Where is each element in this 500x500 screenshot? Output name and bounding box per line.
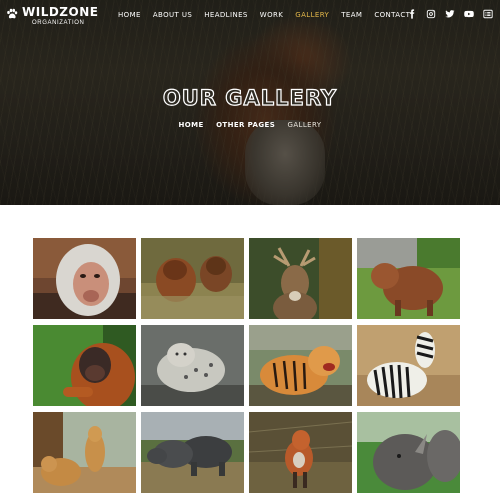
breadcrumb-other-pages[interactable]: OTHER PAGES bbox=[216, 121, 275, 129]
nav-item-about-us[interactable]: ABOUT US bbox=[153, 11, 192, 19]
breadcrumb-home[interactable]: HOME bbox=[179, 121, 204, 129]
breadcrumb: HOME OTHER PAGES GALLERY bbox=[0, 121, 500, 129]
youtube-icon[interactable] bbox=[464, 9, 474, 19]
instagram-icon[interactable] bbox=[426, 9, 436, 19]
nav-item-home[interactable]: HOME bbox=[118, 11, 141, 19]
gallery-image-zebra[interactable] bbox=[357, 325, 460, 406]
gallery-image-highland-calf[interactable] bbox=[357, 238, 460, 319]
gallery-image-baboon[interactable] bbox=[33, 238, 136, 319]
gallery-grid bbox=[33, 238, 462, 495]
page-title: OUR GALLERY bbox=[162, 85, 338, 110]
nav-item-team[interactable]: TEAM bbox=[341, 11, 362, 19]
breadcrumb-current: GALLERY bbox=[287, 121, 322, 129]
gallery-image-lions[interactable] bbox=[33, 412, 136, 493]
gallery-image-snow-leopard[interactable] bbox=[141, 325, 244, 406]
top-navigation: WILDZONE ORGANIZATION HOME ABOUT US HEAD… bbox=[0, 0, 500, 32]
main-menu: HOME ABOUT US HEADLINES WORK GALLERY TEA… bbox=[118, 11, 422, 19]
gallery-image-bears[interactable] bbox=[141, 238, 244, 319]
list-icon[interactable] bbox=[483, 9, 493, 19]
brand-tagline: ORGANIZATION bbox=[32, 20, 85, 26]
site-logo[interactable]: WILDZONE ORGANIZATION bbox=[6, 6, 98, 27]
nav-item-gallery[interactable]: GALLERY bbox=[295, 11, 329, 19]
twitter-icon[interactable] bbox=[445, 9, 455, 19]
gallery-image-fox[interactable] bbox=[249, 412, 352, 493]
gallery-image-stag[interactable] bbox=[249, 238, 352, 319]
gallery-image-orangutan[interactable] bbox=[33, 325, 136, 406]
social-links bbox=[407, 9, 500, 19]
gallery-image-rhinos[interactable] bbox=[141, 412, 244, 493]
gallery-image-rhino-closeup[interactable] bbox=[357, 412, 460, 493]
brand-name: WILDZONE bbox=[22, 5, 99, 19]
facebook-icon[interactable] bbox=[407, 9, 417, 19]
nav-item-contact[interactable]: CONTACT bbox=[374, 11, 410, 19]
paw-icon bbox=[7, 8, 18, 19]
nav-item-work[interactable]: WORK bbox=[260, 11, 284, 19]
nav-item-headlines[interactable]: HEADLINES bbox=[204, 11, 248, 19]
gallery-image-tiger[interactable] bbox=[249, 325, 352, 406]
